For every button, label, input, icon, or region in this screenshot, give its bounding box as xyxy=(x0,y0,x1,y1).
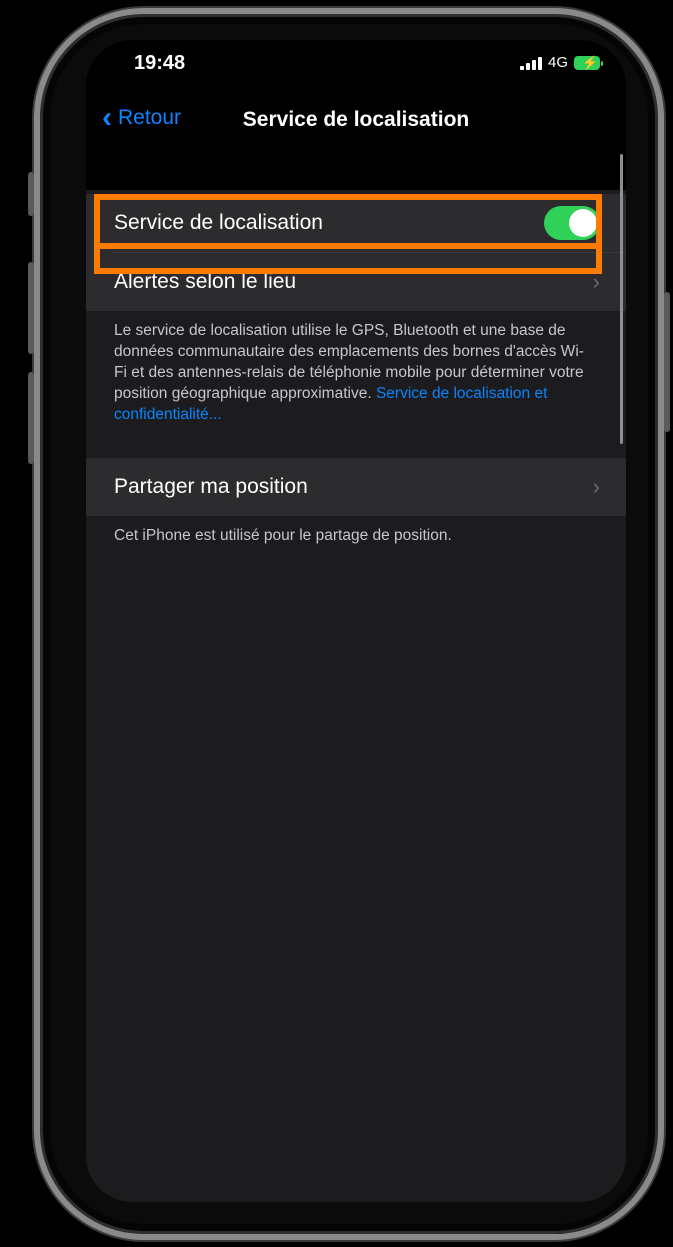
volume-down-button xyxy=(28,372,34,464)
silent-switch xyxy=(28,172,34,216)
highlight-box xyxy=(94,194,602,274)
page-title: Service de localisation xyxy=(242,108,470,131)
status-indicators: 4G ⚡ xyxy=(519,54,603,71)
share-group: Partager ma position › xyxy=(86,458,626,516)
location-footnote: Le service de localisation utilise le GP… xyxy=(114,320,584,425)
share-position-label: Partager ma position xyxy=(114,475,308,498)
share-footnote: Cet iPhone est utilisé pour le partage d… xyxy=(114,527,452,544)
chevron-right-icon: › xyxy=(592,474,600,499)
status-time: 19:48 xyxy=(134,52,186,74)
signal-icon xyxy=(519,56,542,70)
scrollbar[interactable] xyxy=(620,154,623,444)
volume-up-button xyxy=(28,262,34,354)
power-button xyxy=(664,292,670,432)
header-area: 19:48 4G ⚡ ‹ Retour Service de localisat… xyxy=(86,40,626,190)
network-type: 4G xyxy=(547,54,568,71)
battery-charging-icon: ⚡ xyxy=(574,55,603,70)
share-position-row[interactable]: Partager ma position › xyxy=(86,458,626,516)
highlight-divider xyxy=(94,243,602,249)
